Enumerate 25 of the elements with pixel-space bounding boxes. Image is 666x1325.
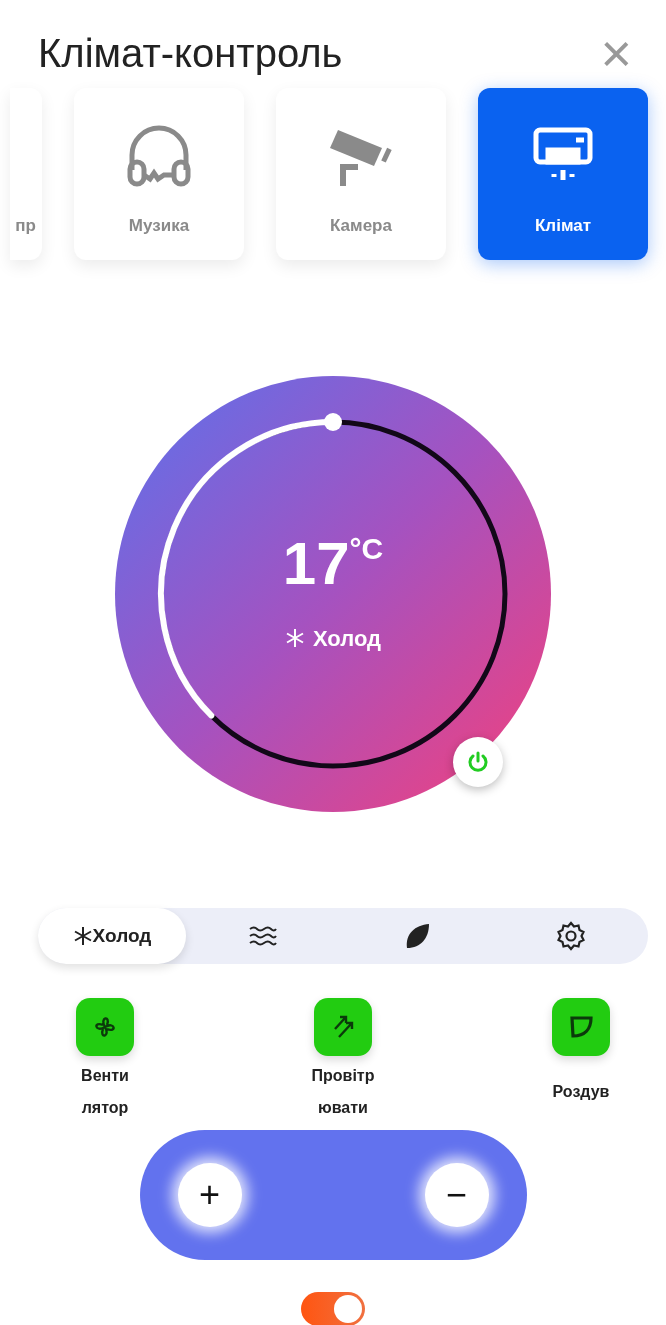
mode-label: Холод	[312, 624, 382, 653]
feature-label: Провітр ювати	[311, 1066, 375, 1118]
close-button[interactable]: ×	[592, 26, 640, 80]
mode-segment[interactable]: Холод	[38, 908, 186, 964]
leaf-outline-icon	[567, 1013, 595, 1041]
feature-button[interactable]	[314, 998, 372, 1056]
power-button[interactable]	[453, 737, 503, 787]
feature-label: Венти лятор	[81, 1066, 129, 1118]
snowflake-icon	[284, 628, 305, 648]
decrease-button[interactable]: −	[424, 1163, 489, 1227]
category-tab[interactable]: Камера	[276, 88, 446, 260]
category-tab[interactable]: пр	[10, 88, 42, 260]
waves-icon	[248, 925, 278, 947]
settings-icon	[556, 921, 586, 951]
increase-button[interactable]: +	[177, 1163, 242, 1227]
feature-button[interactable]	[552, 998, 610, 1056]
power-icon	[466, 750, 490, 774]
feature-button[interactable]	[76, 998, 134, 1056]
feature-label: Роздув	[552, 1082, 610, 1102]
page-title: Клімат-контроль	[38, 30, 343, 77]
category-tab[interactable]: Музика	[74, 88, 244, 260]
slider-thumb[interactable]	[324, 413, 342, 431]
toggle-switch[interactable]	[301, 1292, 365, 1325]
snowflake-icon	[72, 926, 93, 946]
category-tab[interactable]: Клімат	[478, 88, 648, 260]
